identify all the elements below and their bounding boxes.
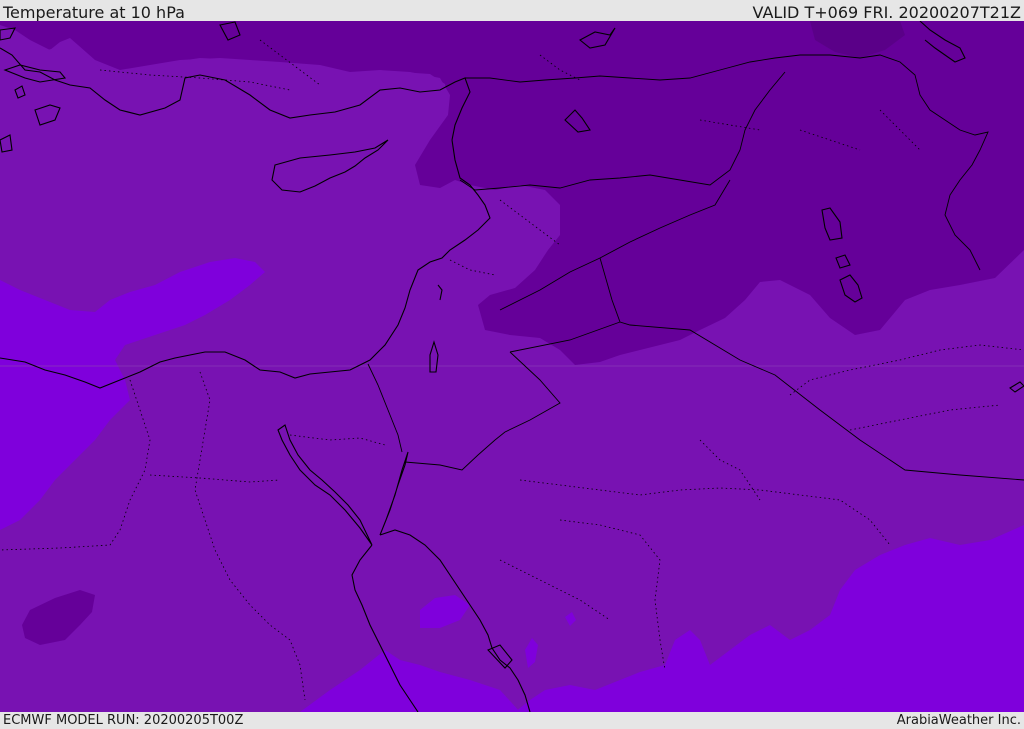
map-title: Temperature at 10 hPa [3,3,185,22]
model-run-label: ECMWF MODEL RUN: 20200205T00Z [3,713,244,728]
map-frame: Temperature at 10 hPa VALID T+069 FRI. 2… [0,0,1024,729]
temperature-map [0,21,1024,712]
credit-label: ArabiaWeather Inc. [896,713,1021,728]
valid-time: VALID T+069 FRI. 20200207T21Z [752,3,1021,22]
